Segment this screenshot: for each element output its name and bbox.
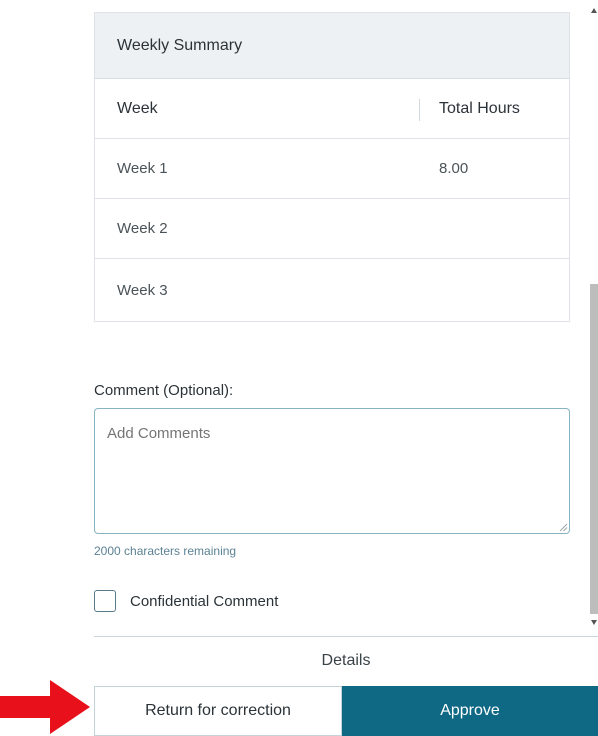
table-row: Week 3 <box>95 259 569 321</box>
return-for-correction-button[interactable]: Return for correction <box>94 686 342 736</box>
confidential-comment-option[interactable]: Confidential Comment <box>94 590 278 612</box>
week-cell: Week 1 <box>117 160 168 177</box>
table-row: Week 1 8.00 <box>95 139 569 199</box>
column-divider <box>419 99 420 121</box>
comment-label: Comment (Optional): <box>94 382 234 399</box>
weekly-summary-table: Weekly Summary Week Total Hours Week 1 8… <box>94 12 570 322</box>
comment-textarea[interactable] <box>94 408 570 534</box>
scroll-content[interactable]: Weekly Summary Week Total Hours Week 1 8… <box>94 0 598 636</box>
action-bar: Return for correction Approve <box>94 686 598 736</box>
scroll-up-arrow-icon[interactable] <box>591 8 597 13</box>
scrollbar-thumb[interactable] <box>590 284 598 614</box>
column-header-total-hours: Total Hours <box>439 99 520 117</box>
week-cell: Week 3 <box>117 281 168 299</box>
vertical-scrollbar[interactable] <box>590 0 598 636</box>
scroll-down-arrow-icon[interactable] <box>591 620 597 625</box>
red-arrow-icon <box>0 680 90 734</box>
hours-cell: 8.00 <box>439 160 469 177</box>
confidential-comment-label: Confidential Comment <box>130 592 279 610</box>
characters-remaining: 2000 characters remaining <box>94 544 237 558</box>
details-button[interactable]: Details <box>94 637 598 685</box>
table-header-row: Week Total Hours <box>95 79 569 139</box>
weekly-summary-title: Weekly Summary <box>95 13 569 79</box>
column-header-week: Week <box>117 99 158 117</box>
resize-grip-icon[interactable] <box>559 523 568 532</box>
week-cell: Week 2 <box>117 220 168 237</box>
approve-button[interactable]: Approve <box>342 686 598 736</box>
confidential-checkbox[interactable] <box>94 590 116 612</box>
table-row: Week 2 <box>95 199 569 259</box>
timesheet-approval-panel: Weekly Summary Week Total Hours Week 1 8… <box>0 0 598 736</box>
